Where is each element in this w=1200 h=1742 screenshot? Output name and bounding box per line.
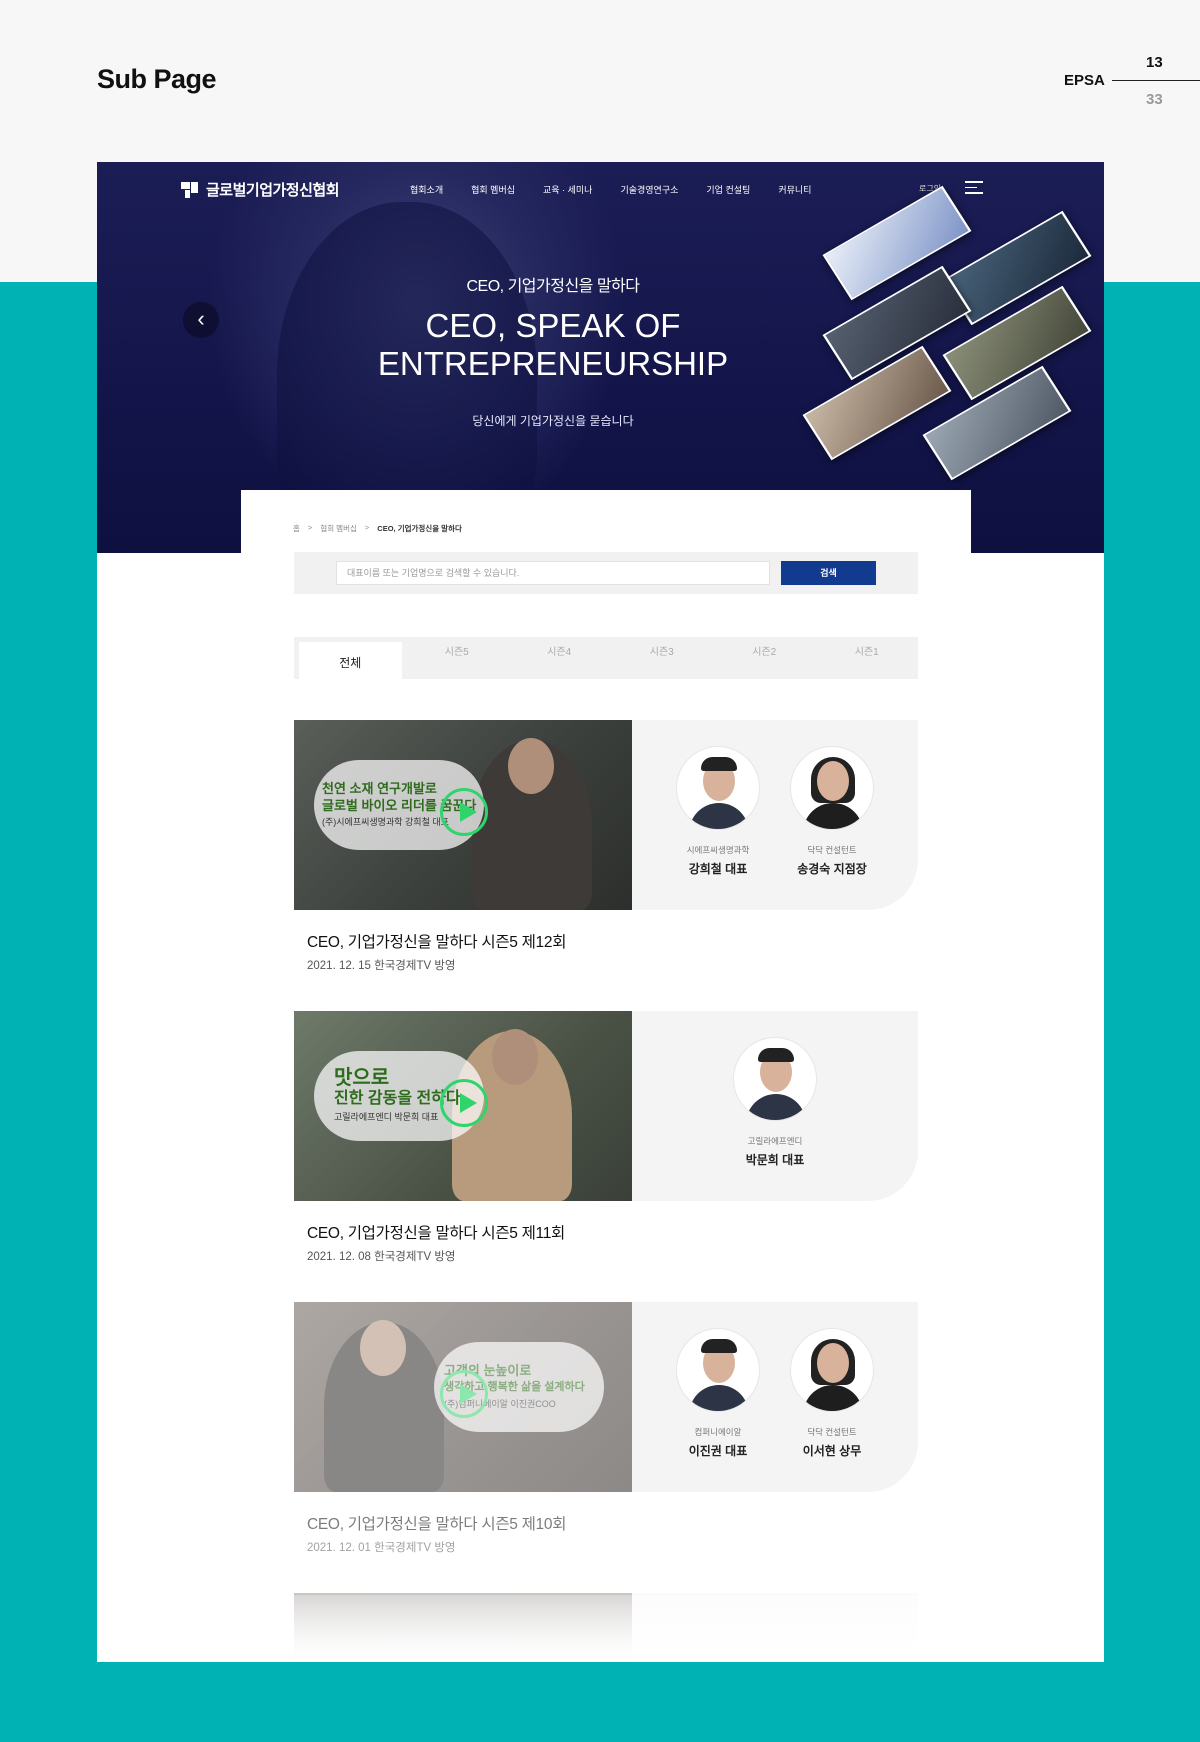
nav-item-education[interactable]: 교육 · 세미나 bbox=[543, 183, 592, 196]
tab-all[interactable]: 전체 bbox=[299, 642, 402, 679]
site-logo[interactable]: 글로벌기업가정신협회 bbox=[181, 179, 340, 200]
thumbnail-figure-head bbox=[492, 1029, 538, 1085]
main-navigation: 협회소개 협회 멤버십 교육 · 세미나 기술경영연구소 기업 컨설팅 커뮤니티 bbox=[410, 183, 839, 196]
nav-item-membership[interactable]: 협회 멤버십 bbox=[471, 183, 515, 196]
episode-thumbnail[interactable]: 고객의 눈높이로 생각하고 행복한 삶을 설계하다 (주)컴퍼니에이알 이진권C… bbox=[294, 1302, 632, 1492]
season-tabs: 전체 시즌5 시즌4 시즌3 시즌2 시즌1 bbox=[294, 637, 918, 679]
tab-season3[interactable]: 시즌3 bbox=[611, 637, 714, 679]
breadcrumb: 홈 > 협회 멤버십 > CEO, 기업가정신을 말하다 bbox=[293, 523, 462, 534]
guest: 닥닥 컨설턴트 이서현 상무 bbox=[789, 1328, 875, 1492]
website-mockup: 글로벌기업가정신협회 협회소개 협회 멤버십 교육 · 세미나 기술경영연구소 … bbox=[97, 162, 1104, 1662]
tab-season1[interactable]: 시즌1 bbox=[816, 637, 919, 679]
guest-company: 고릴라에프엔디 bbox=[747, 1136, 803, 1146]
thumbnail-figure-head bbox=[508, 738, 554, 794]
presentation-brand: EPSA bbox=[1064, 72, 1105, 89]
page-number: 13 bbox=[1146, 54, 1163, 71]
logo-icon bbox=[181, 181, 198, 198]
episode-thumbnail[interactable]: 맛으로 진한 감동을 전하다 고릴라에프엔디 박문희 대표 bbox=[294, 1011, 632, 1201]
guest-company: 닥닥 컨설턴트 bbox=[807, 845, 857, 855]
guest-name: 박문희 대표 bbox=[745, 1153, 805, 1167]
guest-company: 컴퍼니에이알 bbox=[694, 1427, 742, 1437]
episode-guests: 컴퍼니에이알 이진권 대표 닥닥 컨설턴트 이서현 상무 bbox=[632, 1302, 918, 1492]
tab-season5[interactable]: 시즌5 bbox=[406, 637, 509, 679]
content-panel: 홈 > 협회 멤버십 > CEO, 기업가정신을 말하다 대표이름 또는 기업명… bbox=[241, 490, 971, 1662]
episode-card[interactable]: 천연 소재 연구개발로 글로벌 바이오 리더를 꿈꾼다 (주)시에프씨생명과학 … bbox=[294, 720, 918, 973]
nav-item-about[interactable]: 협회소개 bbox=[410, 183, 443, 196]
thumbnail-figure-head bbox=[360, 1320, 406, 1376]
episode-guests: 시에프씨생명과학 강희철 대표 닥닥 컨설턴트 송경숙 지점장 bbox=[632, 720, 918, 910]
video-collage bbox=[797, 185, 1104, 481]
fade-overlay bbox=[294, 1595, 918, 1662]
guest: 컴퍼니에이알 이진권 대표 bbox=[675, 1328, 761, 1492]
slider-prev-icon[interactable]: ‹ bbox=[183, 302, 219, 338]
logo-text: 글로벌기업가정신협회 bbox=[206, 182, 340, 199]
search-button[interactable]: 검색 bbox=[781, 561, 876, 585]
play-icon[interactable] bbox=[440, 788, 488, 836]
breadcrumb-level1[interactable]: 협회 멤버십 bbox=[320, 523, 357, 534]
hamburger-menu-icon[interactable] bbox=[965, 181, 983, 194]
episode-date: 2021. 12. 08 한국경제TV 방영 bbox=[307, 1251, 456, 1263]
guest-company: 시에프씨생명과학 bbox=[686, 845, 750, 855]
guest-name: 송경숙 지점장 bbox=[797, 862, 867, 876]
breadcrumb-separator: > bbox=[364, 523, 370, 532]
nav-item-research[interactable]: 기술경영연구소 bbox=[620, 183, 678, 196]
avatar bbox=[790, 1328, 874, 1412]
page-total: 33 bbox=[1146, 91, 1163, 108]
avatar bbox=[676, 1328, 760, 1412]
divider bbox=[1112, 80, 1200, 81]
episode-thumbnail[interactable]: 천연 소재 연구개발로 글로벌 바이오 리더를 꿈꾼다 (주)시에프씨생명과학 … bbox=[294, 720, 632, 910]
avatar bbox=[733, 1037, 817, 1121]
episode-card[interactable]: 고객의 눈높이로 생각하고 행복한 삶을 설계하다 (주)컴퍼니에이알 이진권C… bbox=[294, 1302, 918, 1555]
tab-season2[interactable]: 시즌2 bbox=[713, 637, 816, 679]
breadcrumb-current: CEO, 기업가정신을 말하다 bbox=[377, 524, 462, 533]
guest-name: 이진권 대표 bbox=[688, 1444, 748, 1458]
episode-title[interactable]: CEO, 기업가정신을 말하다 시즌5 제10회 bbox=[307, 1512, 918, 1534]
search-box: 대표이름 또는 기업명으로 검색할 수 있습니다. 검색 bbox=[294, 552, 918, 594]
play-icon[interactable] bbox=[440, 1079, 488, 1127]
search-input[interactable]: 대표이름 또는 기업명으로 검색할 수 있습니다. bbox=[336, 561, 770, 585]
guest-name: 강희철 대표 bbox=[688, 862, 748, 876]
episode-date: 2021. 12. 15 한국경제TV 방영 bbox=[307, 960, 456, 972]
nav-item-community[interactable]: 커뮤니티 bbox=[778, 183, 811, 196]
episode-date: 2021. 12. 01 한국경제TV 방영 bbox=[307, 1542, 456, 1554]
episode-card[interactable]: 맛으로 진한 감동을 전하다 고릴라에프엔디 박문희 대표 고릴라에프엔디 박문… bbox=[294, 1011, 918, 1264]
play-icon[interactable] bbox=[440, 1370, 488, 1418]
breadcrumb-home[interactable]: 홈 bbox=[293, 523, 300, 534]
guest: 시에프씨생명과학 강희철 대표 bbox=[675, 746, 761, 910]
episode-title[interactable]: CEO, 기업가정신을 말하다 시즌5 제11회 bbox=[307, 1221, 918, 1243]
avatar bbox=[676, 746, 760, 830]
episode-guests: 고릴라에프엔디 박문희 대표 bbox=[632, 1011, 918, 1201]
nav-item-consulting[interactable]: 기업 컨설팅 bbox=[706, 183, 750, 196]
tab-season4[interactable]: 시즌4 bbox=[508, 637, 611, 679]
guest-company: 닥닥 컨설턴트 bbox=[807, 1427, 857, 1437]
breadcrumb-separator: > bbox=[307, 523, 313, 532]
guest: 고릴라에프엔디 박문희 대표 bbox=[732, 1037, 818, 1201]
episode-title[interactable]: CEO, 기업가정신을 말하다 시즌5 제12회 bbox=[307, 930, 918, 952]
avatar bbox=[790, 746, 874, 830]
thumbnail-caption-line: 맛으로 bbox=[334, 1067, 390, 1089]
guest: 닥닥 컨설턴트 송경숙 지점장 bbox=[789, 746, 875, 910]
presentation-title: Sub Page bbox=[97, 64, 217, 94]
guest-name: 이서현 상무 bbox=[802, 1444, 862, 1458]
